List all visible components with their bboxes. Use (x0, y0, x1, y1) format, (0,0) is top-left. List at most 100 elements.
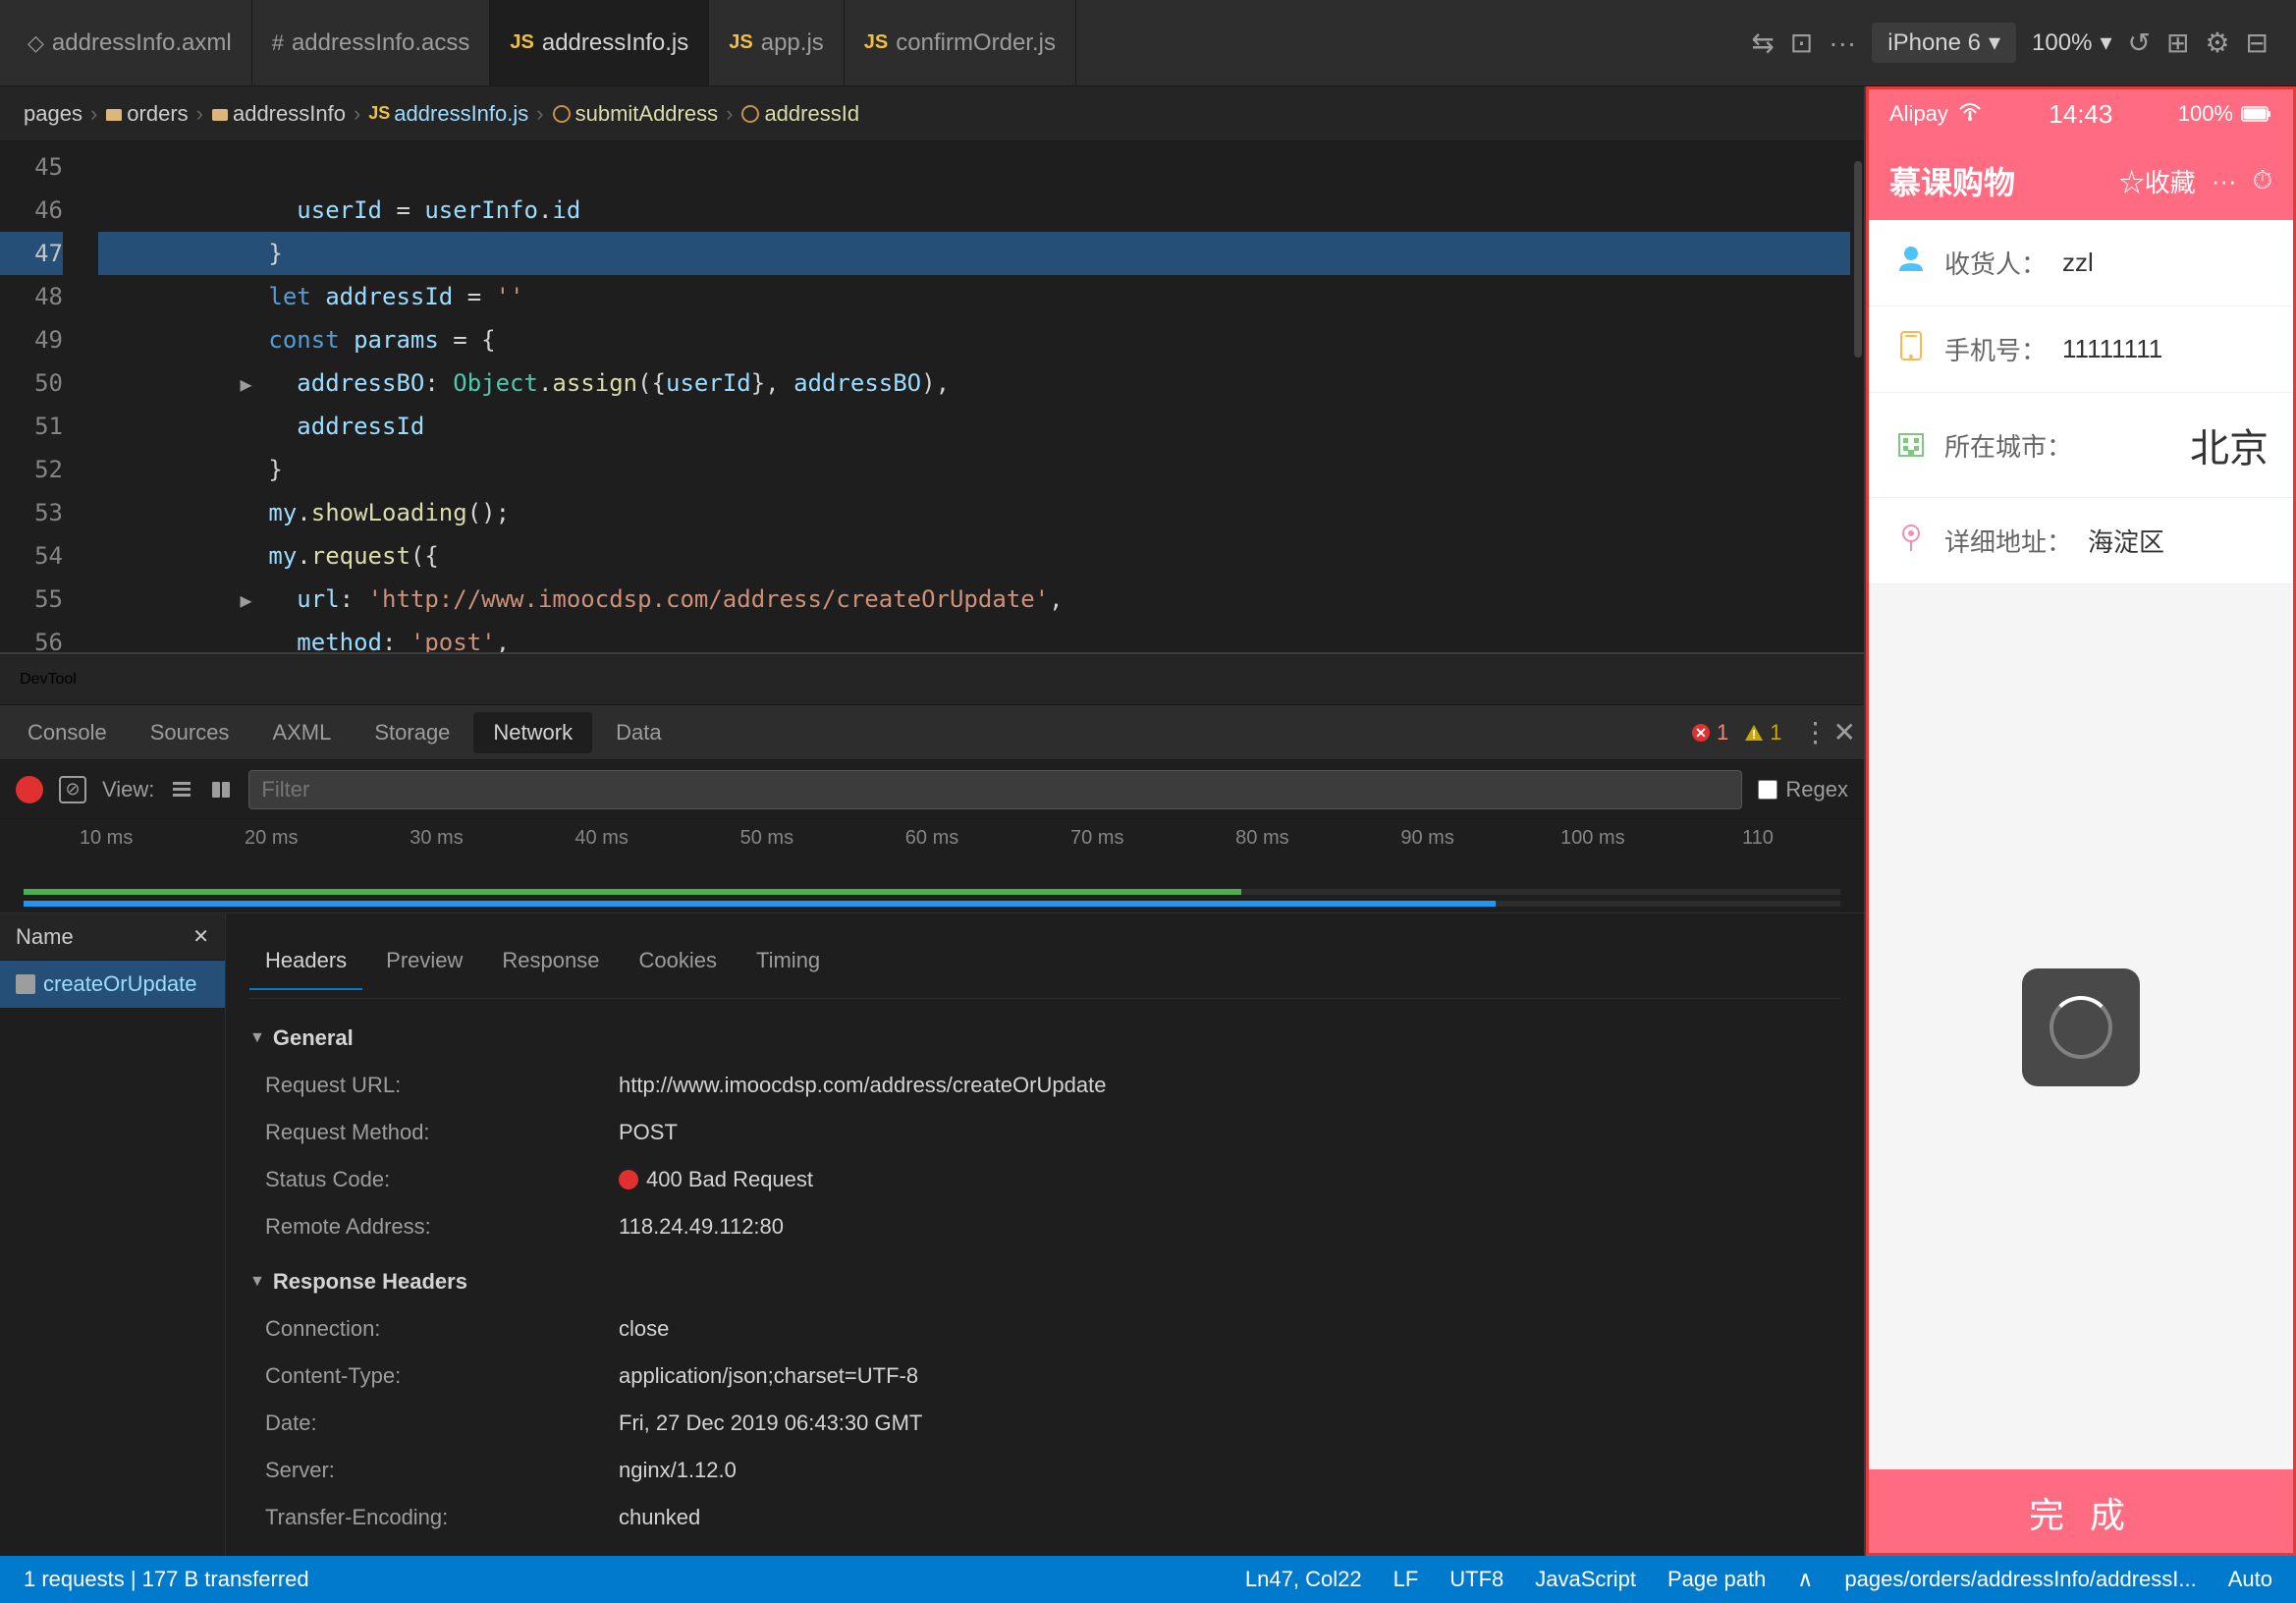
recipient-row: 收货人： zzl (1866, 220, 2296, 306)
tab-appjs[interactable]: JS app.js (709, 0, 845, 85)
record-button[interactable] (16, 776, 43, 803)
svg-text:✕: ✕ (1695, 725, 1707, 741)
phone-nav-title: 慕课购物 (1889, 158, 2015, 203)
timeline-label-30ms: 30 ms (354, 827, 519, 850)
devtools-menu-btn[interactable]: ⋮ (1802, 716, 1830, 748)
filter-input[interactable] (248, 770, 1742, 809)
view-label: View: (102, 777, 154, 802)
status-bar-right: Ln47, Col22 LF UTF8 JavaScript Page path… (1245, 1567, 2272, 1592)
regex-checkbox-label[interactable]: Regex (1758, 777, 1848, 802)
devtools-panel: DevTool Console Sources AXML Storage Net… (0, 652, 1864, 1556)
server-key: Server: (265, 1447, 619, 1494)
list-view-button[interactable] (170, 778, 193, 802)
breadcrumb-addressinfo[interactable]: addressInfo (211, 101, 346, 127)
scrollbar-thumb (1854, 161, 1862, 358)
city-value: 北京 (2088, 416, 2269, 473)
transfer-encoding-row: Transfer-Encoding: chunked (249, 1494, 1840, 1541)
submit-button[interactable]: 完 成 (1866, 1469, 2296, 1556)
timeline-area: 10 ms 20 ms 30 ms 40 ms 50 ms 60 ms 70 m… (0, 819, 1864, 913)
code-line-47: let addressId = '' (98, 232, 1850, 275)
zoom-chevron-icon: ▾ (2100, 28, 2111, 57)
zoom-selector[interactable]: 100% ▾ (2032, 28, 2111, 57)
detail-address-label: 详细地址： (1944, 523, 2072, 559)
editor-scrollbar[interactable] (1850, 141, 1864, 652)
toolbar-more[interactable]: ··· (1829, 28, 1856, 59)
stop-button[interactable]: ⊘ (59, 776, 86, 803)
status-error-dot (619, 1170, 638, 1189)
close-list-icon[interactable]: ✕ (192, 924, 209, 949)
toolbar-icon2[interactable]: ⊡ (1790, 27, 1813, 59)
detail-tab-response[interactable]: Response (486, 933, 615, 990)
tab-js-active[interactable]: JS addressInfo.js (490, 0, 709, 85)
breadcrumb-var[interactable]: addressId (740, 101, 859, 127)
timeline-label-110: 110 (1675, 827, 1840, 850)
language-label: JavaScript (1535, 1567, 1636, 1592)
svg-text:!: ! (1752, 727, 1756, 742)
submit-button-label: 完 成 (2029, 1487, 2133, 1538)
layout-button[interactable]: ⊞ (2166, 27, 2189, 59)
warn-badge: ! 1 (1744, 720, 1781, 746)
content-type-key: Content-Type: (265, 1353, 619, 1400)
network-item-icon (16, 974, 35, 994)
breadcrumb-func[interactable]: submitAddress (552, 101, 719, 127)
detail-tab-preview[interactable]: Preview (370, 933, 478, 990)
zoom-label: 100% (2032, 29, 2092, 57)
request-headers-label: Request Headers (273, 1549, 450, 1556)
detail-tab-cookies[interactable]: Cookies (623, 933, 732, 990)
line-numbers: 45 46 47 48 49 50 51 52 53 54 55 56 (0, 141, 79, 652)
code-line-45: userId = userInfo.id (98, 145, 1850, 189)
timeline-label-80ms: 80 ms (1179, 827, 1344, 850)
timeline-labels: 10 ms 20 ms 30 ms 40 ms 50 ms 60 ms 70 m… (0, 827, 1864, 850)
connection-value: close (619, 1305, 669, 1353)
pin-icon (1893, 522, 1929, 560)
devtools-tab-console[interactable]: Console (8, 712, 127, 753)
code-line-52: my.showLoading(); (98, 448, 1850, 491)
columns-view-button[interactable] (209, 778, 233, 802)
refresh-button[interactable]: ↺ (2127, 27, 2150, 59)
server-value: nginx/1.12.0 (619, 1447, 737, 1494)
devtools-tab-axml[interactable]: AXML (252, 712, 351, 753)
chevron-up-icon: ∧ (1797, 1567, 1813, 1592)
request-method-key: Request Method: (265, 1109, 619, 1156)
breadcrumb-file[interactable]: JS addressInfo.js (368, 101, 528, 127)
more-nav-button[interactable]: ··· (2212, 166, 2237, 196)
settings-button[interactable]: ⚙ (2205, 27, 2229, 59)
tab-acss[interactable]: # addressInfo.acss (252, 0, 491, 85)
timeline-bar (24, 889, 1840, 897)
detail-tab-timing[interactable]: Timing (740, 933, 836, 990)
devtools-tab-network[interactable]: Network (473, 712, 592, 753)
devtools-tab-data[interactable]: Data (596, 712, 681, 753)
devtools-close-button[interactable]: ✕ (1833, 716, 1856, 748)
phone-status-left: Alipay (1889, 101, 1984, 127)
status-code-row: Status Code: 400 Bad Request (249, 1156, 1840, 1203)
code-editor: 45 46 47 48 49 50 51 52 53 54 55 56 user… (0, 141, 1864, 652)
loading-overlay (1866, 584, 2296, 1469)
loading-spinner (2022, 968, 2140, 1086)
mobile-icon (1893, 330, 1929, 368)
network-item-createorupdate[interactable]: createOrUpdate (0, 961, 225, 1008)
devtools-tab-storage[interactable]: Storage (355, 712, 469, 753)
remote-address-row: Remote Address: 118.24.49.112:80 (249, 1203, 1840, 1250)
detail-address-value: 海淀区 (2088, 523, 2269, 559)
phone-nav-actions: ☆收藏 ··· ⏱ (2119, 163, 2272, 199)
extra-button[interactable]: ⊟ (2246, 27, 2269, 59)
toolbar-icon1[interactable]: ⇆ (1751, 27, 1774, 59)
device-selector[interactable]: iPhone 6 ▾ (1872, 23, 2016, 63)
regex-checkbox[interactable] (1758, 780, 1777, 800)
date-key: Date: (265, 1400, 619, 1447)
devtools-tab-sources[interactable]: Sources (131, 712, 249, 753)
detail-tab-headers[interactable]: Headers (249, 933, 362, 990)
tab-confirmjs[interactable]: JS confirmOrder.js (845, 0, 1076, 85)
error-count: 1 (1717, 720, 1728, 746)
history-button[interactable]: ⏱ (2253, 165, 2272, 196)
phone-status-right: 100% (2178, 101, 2272, 127)
spinner-circle (2050, 996, 2112, 1059)
bookmark-button[interactable]: ☆收藏 (2119, 163, 2196, 199)
tab-axml[interactable]: ◇ addressInfo.axml (8, 0, 252, 85)
timeline-label-60ms: 60 ms (849, 827, 1014, 850)
breadcrumb-orders[interactable]: orders (105, 101, 188, 127)
breadcrumb-pages[interactable]: pages (24, 101, 82, 127)
remote-address-key: Remote Address: (265, 1203, 619, 1250)
confirmjs-icon: JS (864, 31, 888, 54)
wifi-icon (1956, 101, 1984, 127)
